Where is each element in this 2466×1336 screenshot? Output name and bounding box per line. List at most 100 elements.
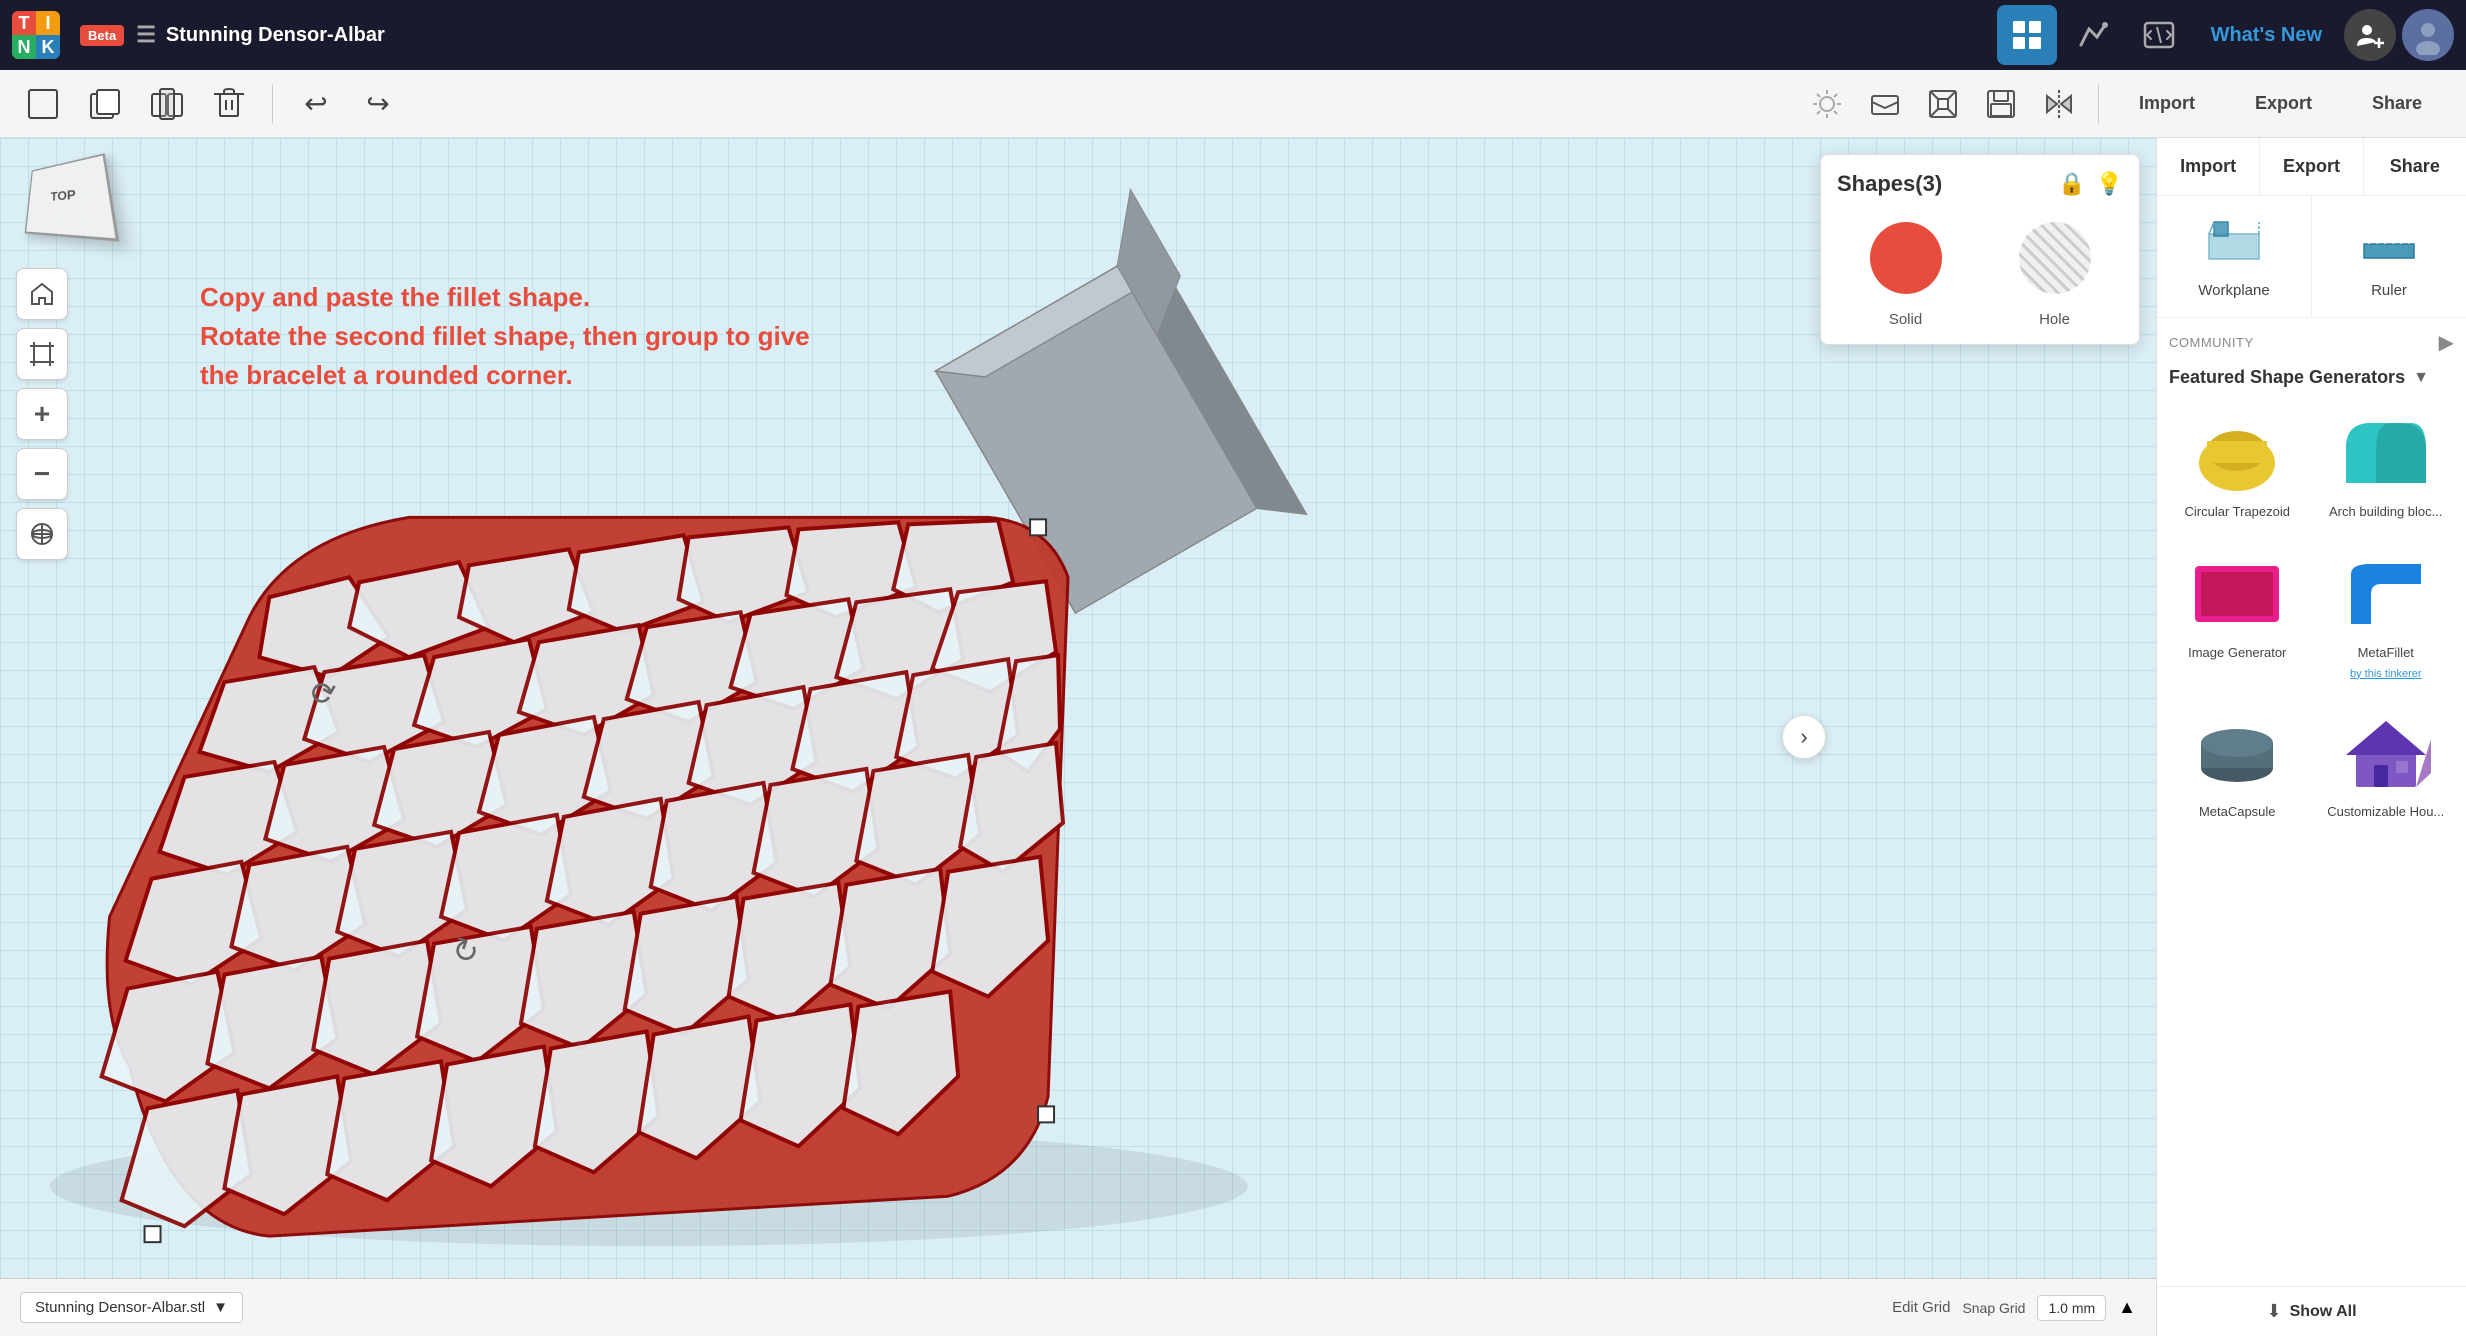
sg-img-image-gen [2182,549,2292,639]
right-panel-actions: Import Export Share [2157,138,2466,196]
sg-img-metafillet [2331,549,2441,639]
solid-label: Solid [1889,311,1922,328]
rp-export-button[interactable]: Export [2260,138,2363,195]
shapes-panel-icons: 🔒 💡 [2058,171,2123,197]
main-area: TOP + − [0,138,2466,1336]
workplane-tool[interactable]: Workplane [2157,196,2311,317]
sg-item-house[interactable]: Customizable Hou... [2318,700,2455,829]
snap-increase-button[interactable]: ▲ [2118,1297,2136,1318]
sg-img-house [2331,708,2441,798]
add-user-button[interactable] [2344,9,2396,61]
hole-shape-item[interactable]: Hole [1986,213,2123,328]
sg-item-metacapsule[interactable]: MetaCapsule [2169,700,2306,829]
hole-circle [2019,222,2091,294]
header-title-area: ☰ Stunning Densor-Albar [136,22,385,48]
shapes-panel: Shapes(3) 🔒 💡 Solid Hole [1820,154,2140,345]
workplane-icon [2204,214,2264,274]
shapes-panel-header: Shapes(3) 🔒 💡 [1837,171,2123,197]
sg-label-0: Circular Trapezoid [2185,504,2291,521]
lock-icon[interactable]: 🔒 [2058,171,2085,197]
avatar[interactable] [2402,9,2454,61]
featured-label: Featured Shape Generators [2169,367,2405,388]
logo: T I N K [12,11,60,59]
sg-grid: Circular Trapezoid Arch building bloc.. [2169,400,2454,829]
share-button[interactable]: Share [2344,83,2450,124]
duplicate-button[interactable] [78,77,132,131]
import-button[interactable]: Import [2111,83,2223,124]
visibility-icon[interactable]: 💡 [2096,171,2123,197]
ruler-icon [2359,214,2419,274]
download-icon: ⬇ [2266,1301,2281,1322]
filename-text: Stunning Densor-Albar.stl [35,1299,205,1316]
sg-label-4: MetaCapsule [2199,804,2276,821]
sg-collapse-button[interactable]: ▶ [2439,330,2454,355]
code-button[interactable] [2129,5,2189,65]
next-panel-button[interactable]: › [1782,715,1826,759]
perspective-button[interactable] [1916,77,1970,131]
right-panel: Import Export Share Workplane [2156,138,2466,1336]
sg-label-5: Customizable Hou... [2327,804,2444,821]
export-button[interactable]: Export [2227,83,2340,124]
shapes-grid: Solid Hole [1837,213,2123,328]
delete-button[interactable] [202,77,256,131]
show-all-label: Show All [2290,1303,2357,1321]
shape-generators-section: Community ▶ Featured Shape Generators ▼ [2157,318,2466,1286]
grid-icon: ☰ [136,22,156,48]
new-design-button[interactable] [16,77,70,131]
toolbar-right: Import Export Share [1800,77,2450,131]
rp-share-button[interactable]: Share [2364,138,2466,195]
hole-preview [2010,213,2100,303]
sg-label-1: Arch building bloc... [2329,504,2442,521]
sg-label-3: MetaFillet [2358,645,2414,662]
community-label: Community [2169,335,2254,350]
edit-grid-button[interactable]: Edit Grid [1892,1299,1950,1316]
sg-dropdown[interactable]: Featured Shape Generators ▼ [2169,367,2454,388]
logo-t: T [12,11,36,35]
solid-shape-item[interactable]: Solid [1837,213,1974,328]
ruler-label: Ruler [2371,282,2407,299]
workplane-label: Workplane [2198,282,2269,299]
logo-i: I [36,11,60,35]
sg-header: Community ▶ [2169,330,2454,355]
shape-view-button[interactable] [1858,77,1912,131]
grid-view-button[interactable] [1997,5,2057,65]
bottom-bar: Stunning Densor-Albar.stl ▼ Edit Grid Sn… [0,1278,2156,1336]
hole-label: Hole [2039,311,2070,328]
logo-n: N [12,35,36,59]
group-button[interactable] [140,77,194,131]
sg-img-arch [2331,408,2441,498]
dropdown-chevron-icon: ▼ [2413,369,2429,387]
header-right: What's New [1997,5,2454,65]
save-button[interactable] [1974,77,2028,131]
view-cube[interactable]: TOP [20,158,105,233]
whats-new-button[interactable]: What's New [2195,16,2338,55]
sg-item-image-gen[interactable]: Image Generator [2169,541,2306,688]
toolbar-sep-2 [2098,84,2099,124]
file-name-box: Stunning Densor-Albar.stl ▼ [20,1292,243,1323]
header: T I N K Beta ☰ Stunning Densor-Albar [0,0,2466,70]
redo-button[interactable]: ↪ [351,77,405,131]
rp-tools: Workplane Ruler [2157,196,2466,318]
sg-item-circular-trapezoid[interactable]: Circular Trapezoid [2169,400,2306,529]
canvas-area[interactable]: TOP + − [0,138,2156,1336]
sg-item-arch[interactable]: Arch building bloc... [2318,400,2455,529]
undo-button[interactable]: ↩ [289,77,343,131]
ruler-tool[interactable]: Ruler [2312,196,2466,317]
shapes-panel-title: Shapes(3) [1837,171,1942,197]
sg-item-metafillet[interactable]: MetaFillet by this tinkerer [2318,541,2455,688]
solid-circle [1870,222,1942,294]
sg-sublabel-3[interactable]: by this tinkerer [2350,668,2422,680]
beta-badge: Beta [80,25,124,46]
snap-grid-value[interactable]: 1.0 mm [2037,1295,2106,1321]
sg-label-2: Image Generator [2188,645,2286,662]
toolbar-separator [272,84,273,124]
build-button[interactable] [2063,5,2123,65]
mirror-button[interactable] [2032,77,2086,131]
rp-import-button[interactable]: Import [2157,138,2260,195]
show-all-bar[interactable]: ⬇ Show All [2157,1286,2466,1336]
logo-k: K [36,35,60,59]
header-title: Stunning Densor-Albar [166,24,385,47]
logo-letters: T I N K [12,11,60,59]
dropdown-arrow-icon[interactable]: ▼ [213,1299,228,1316]
light-toggle-button[interactable] [1800,77,1854,131]
